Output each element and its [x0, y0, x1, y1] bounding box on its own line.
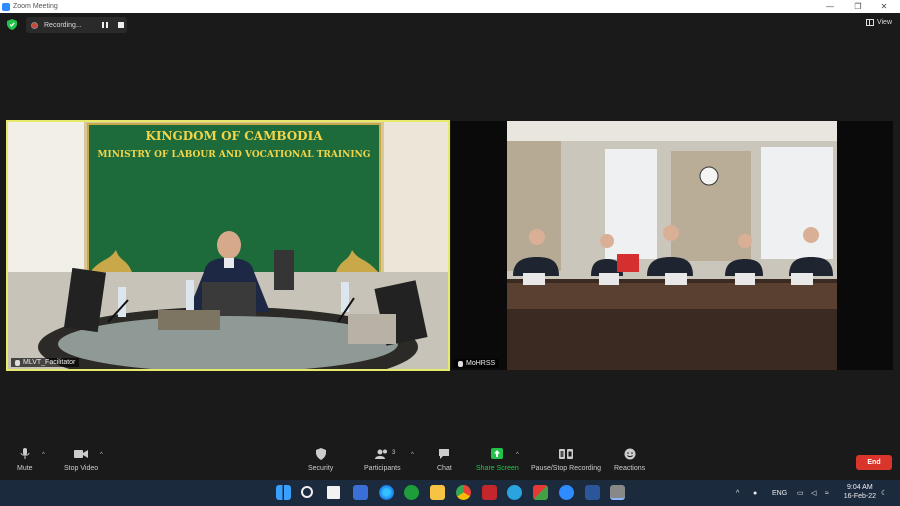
pause-stop-recording-button[interactable]: Pause/Stop Recording [531, 448, 601, 472]
app-red-icon[interactable] [482, 485, 497, 500]
clock-time: 9:04 AM [847, 484, 873, 491]
clock-date: 16-Feb-22 [843, 493, 876, 500]
close-button[interactable]: ✕ [870, 0, 898, 13]
window-title: Zoom Meeting [13, 3, 58, 10]
file-explorer-icon[interactable] [430, 485, 445, 500]
app-colorful-icon[interactable] [533, 485, 548, 500]
video-camera-icon [74, 450, 89, 458]
reactions-smiley-icon [624, 448, 636, 460]
mute-button[interactable]: Mute [17, 448, 33, 472]
pause-stop-recording-label: Pause/Stop Recording [531, 465, 602, 472]
task-view-icon[interactable] [327, 486, 340, 499]
zoom-taskbar-icon[interactable] [559, 485, 574, 500]
word-icon[interactable] [585, 485, 600, 500]
security-label: Security [308, 465, 334, 472]
banner-line-2: MINISTRY OF LABOUR AND VOCATIONAL TRAINI… [97, 150, 371, 160]
chat-button[interactable]: Chat [437, 448, 452, 472]
mute-label: Mute [17, 465, 33, 472]
xbox-icon[interactable] [404, 485, 419, 500]
end-meeting-button[interactable]: End [856, 455, 892, 470]
window-titlebar: Zoom Meeting [0, 0, 900, 13]
security-shield-icon [315, 448, 326, 460]
share-screen-label: Share Screen [476, 465, 519, 472]
widgets-icon[interactable] [353, 485, 368, 500]
minimize-button[interactable]: — [816, 0, 844, 13]
recording-indicator: Recording... [26, 17, 127, 33]
pause-stop-recording-icon [559, 449, 574, 459]
chat-bubble-icon [439, 449, 450, 459]
chrome-icon[interactable] [456, 485, 471, 500]
reactions-label: Reactions [614, 465, 646, 472]
participants-count: 3 [392, 450, 396, 456]
share-options-chevron-icon[interactable]: ^ [516, 452, 519, 458]
wifi-icon[interactable]: ≈ [825, 480, 829, 506]
security-button[interactable]: Security [308, 448, 333, 472]
video-options-chevron-icon[interactable]: ^ [100, 452, 103, 458]
app-active-icon[interactable] [610, 485, 625, 500]
notifications-moon-icon[interactable]: ☾ [881, 480, 887, 506]
view-grid-icon [865, 19, 874, 26]
participant-name-tag: MLVT_Facilitator [11, 358, 80, 367]
stop-recording-icon[interactable] [118, 22, 124, 28]
zoom-app-icon [2, 2, 10, 11]
recording-label: Recording... [44, 21, 82, 29]
os-taskbar: ^ ● ENG ▭ ◁ ≈ 9:04 AM 16-Feb-22 ☾ [0, 480, 900, 506]
reactions-button[interactable]: Reactions [614, 448, 645, 472]
microphone-icon [20, 448, 30, 459]
start-icon[interactable] [276, 485, 291, 500]
meeting-toolbar: Mute ^ Stop Video ^ Security Participant… [0, 444, 900, 480]
stop-video-label: Stop Video [64, 465, 99, 472]
restore-button[interactable]: ❐ [844, 0, 872, 13]
mic-icon [458, 360, 463, 367]
share-screen-button[interactable]: Share Screen [476, 448, 519, 472]
edge-browser-icon[interactable] [379, 485, 394, 500]
video-tile-mlvt[interactable]: KINGDOM OF CAMBODIA MINISTRY OF LABOUR A… [6, 120, 450, 371]
participants-label: Participants [364, 465, 401, 472]
security-shield-icon[interactable] [7, 19, 17, 30]
tray-overflow-chevron-icon[interactable]: ^ [736, 480, 739, 506]
participant-name: MoHRSS [466, 360, 496, 367]
recording-dot-icon [31, 21, 38, 29]
taskbar-clock[interactable]: 9:04 AM 16-Feb-22 [844, 483, 876, 501]
participant-name-tag: MoHRSS [454, 359, 500, 368]
share-screen-icon [491, 448, 504, 459]
volume-icon[interactable]: ◁ [811, 480, 816, 506]
banner-line-1: KINGDOM OF CAMBODIA [145, 129, 323, 143]
telegram-icon[interactable] [507, 485, 522, 500]
display-icon[interactable]: ▭ [797, 480, 804, 506]
tray-mic-icon[interactable]: ● [753, 480, 757, 506]
stop-video-button[interactable]: Stop Video [64, 448, 98, 472]
search-icon[interactable] [301, 486, 313, 498]
input-language[interactable]: ENG [772, 480, 787, 506]
participants-options-chevron-icon[interactable]: ^ [411, 452, 414, 458]
mic-icon [15, 359, 20, 366]
chat-label: Chat [437, 465, 452, 472]
view-label: View [876, 19, 892, 26]
audio-options-chevron-icon[interactable]: ^ [42, 452, 45, 458]
participant-name: MLVT_Facilitator [23, 359, 76, 366]
view-button[interactable]: View [865, 19, 892, 26]
participants-icon [375, 449, 388, 459]
video-tile-mohrss[interactable]: MoHRSS [451, 121, 893, 370]
pause-recording-icon[interactable] [102, 22, 108, 28]
video-feed-mohrss [451, 121, 893, 370]
